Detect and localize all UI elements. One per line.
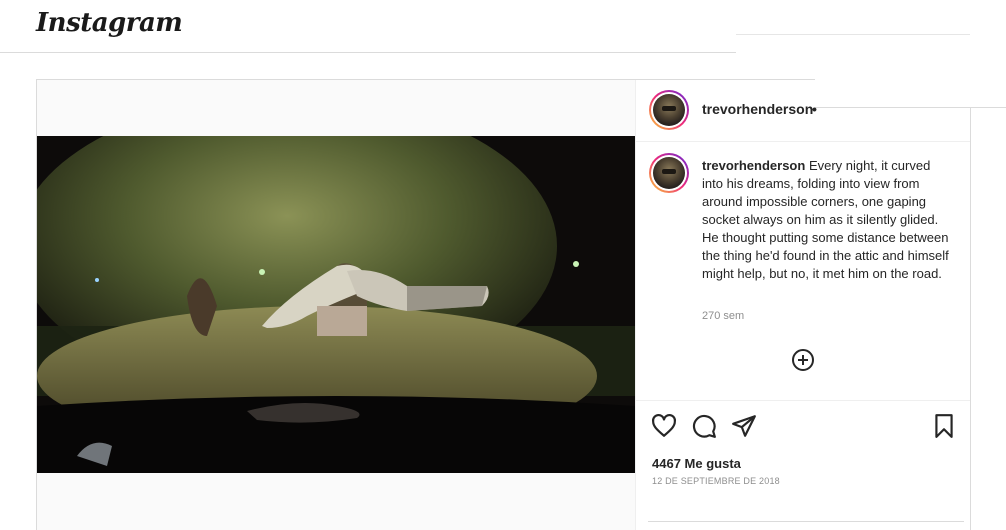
caption-timestamp[interactable]: 270 sem: [702, 310, 744, 322]
comment-input-divider: [648, 521, 964, 522]
plus-circle-icon[interactable]: [791, 348, 815, 372]
bookmark-icon[interactable]: [931, 413, 957, 439]
like-count[interactable]: 4467 Me gusta: [652, 456, 741, 471]
heart-icon[interactable]: [651, 413, 677, 439]
post-caption: trevorhenderson Every night, it curved i…: [702, 157, 954, 283]
share-icon[interactable]: [731, 413, 757, 439]
post-date[interactable]: 12 DE SEPTIEMBRE DE 2018: [652, 476, 780, 486]
separator-dot: •: [812, 101, 817, 117]
render-artifact: [736, 35, 1006, 79]
author-avatar[interactable]: [649, 90, 689, 130]
avatar-image: [653, 157, 685, 189]
caption-username[interactable]: trevorhenderson: [702, 158, 805, 173]
post-actions-divider: [636, 400, 970, 401]
caption-avatar[interactable]: [649, 153, 689, 193]
comment-icon[interactable]: [691, 413, 717, 439]
author-username[interactable]: trevorhenderson: [702, 101, 813, 117]
post-photo-image: [37, 136, 635, 473]
caption-body: Every night, it curved into his dreams, …: [702, 158, 949, 281]
post-photo[interactable]: [37, 136, 635, 473]
instagram-logo[interactable]: Instagram: [36, 8, 183, 38]
avatar-image: [653, 94, 685, 126]
